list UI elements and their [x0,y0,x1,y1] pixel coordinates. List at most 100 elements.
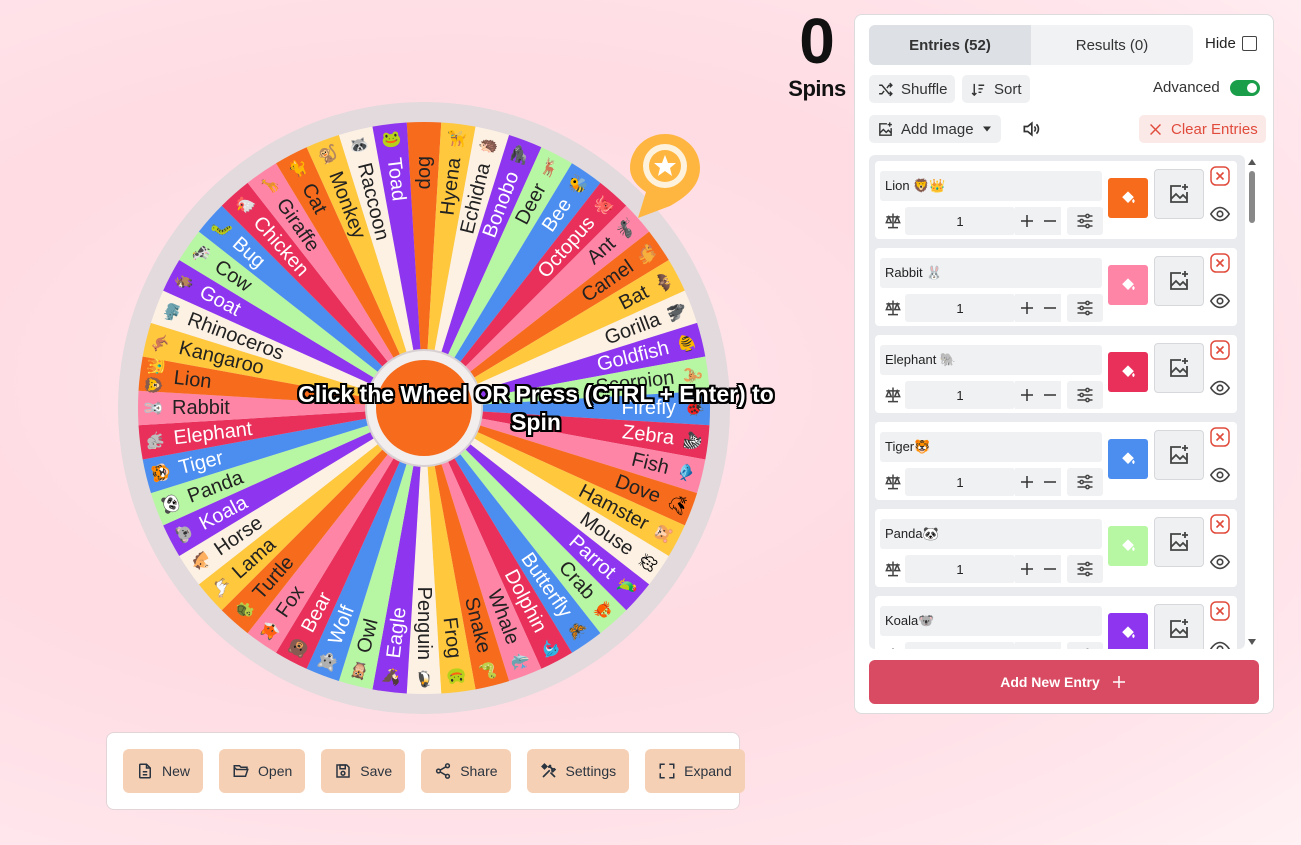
bottom-toolbar: New Open Save Share Settings Expand [106,732,745,810]
advanced-toggle[interactable]: Advanced [1153,79,1260,96]
entry-weight-input[interactable]: 1 [905,294,1015,322]
add-image-icon [1170,184,1188,203]
expand-button[interactable]: Expand [645,749,745,793]
entry-weight-input[interactable]: 1 [905,642,1015,649]
entry-settings-button[interactable] [1067,207,1103,235]
balance-scale-icon [883,211,903,231]
minus-icon[interactable] [1041,212,1059,230]
entry-image-button[interactable] [1154,517,1204,567]
paint-bucket-icon [1122,452,1135,464]
remove-entry-icon[interactable] [1210,514,1230,534]
wheel-pointer-icon [630,134,700,218]
eye-icon[interactable] [1209,203,1231,225]
entry-settings-button[interactable] [1067,294,1103,322]
remove-entry-icon[interactable] [1210,253,1230,273]
entry-name-input[interactable]: Lion 🦁👑 [880,171,1102,201]
entry-image-button[interactable] [1154,604,1204,649]
sort-icon [971,83,985,96]
entry-color-button[interactable] [1108,178,1148,218]
clear-entries-button[interactable]: Clear Entries [1139,115,1266,143]
entry-image-button[interactable] [1154,343,1204,393]
entry-settings-button[interactable] [1067,555,1103,583]
tab-entries[interactable]: Entries (52) [869,25,1031,65]
entry-name-input[interactable]: Koala🐨 [880,606,1102,636]
entries-list[interactable]: Lion 🦁👑 1 Rabbit 🐰 1 Elephant 🐘 1 Tiger🐯… [869,155,1245,649]
sliders-icon [1077,300,1093,316]
minus-icon[interactable] [1041,647,1059,649]
plus-icon[interactable] [1018,299,1036,317]
minus-icon[interactable] [1041,560,1059,578]
open-button[interactable]: Open [219,749,306,793]
entry-settings-button[interactable] [1067,381,1103,409]
wheel-label-emoji: 🐞 [686,398,705,418]
minus-icon[interactable] [1041,386,1059,404]
hide-label: Hide [1205,35,1236,52]
remove-entry-icon[interactable] [1210,427,1230,447]
settings-button[interactable]: Settings [526,749,630,793]
advanced-switch[interactable] [1229,79,1260,96]
entry-image-button[interactable] [1154,256,1204,306]
hide-checkbox[interactable] [1241,36,1257,51]
balance-scale-icon [883,646,903,649]
entry-name-input[interactable]: Tiger🐯 [880,432,1102,462]
share-button[interactable]: Share [421,749,511,793]
eye-icon[interactable] [1209,377,1231,399]
sort-button[interactable]: Sort [962,75,1030,103]
entry-weight-input[interactable]: 1 [905,468,1015,496]
entry-name-input[interactable]: Panda🐼 [880,519,1102,549]
entry-color-button[interactable] [1108,352,1148,392]
plus-icon[interactable] [1018,560,1036,578]
remove-entry-icon[interactable] [1210,601,1230,621]
spins-counter: 0 Spins [780,6,854,102]
wheel-hub-center[interactable] [376,360,472,456]
entry-settings-button[interactable] [1067,642,1103,649]
paint-bucket-icon [1122,539,1135,551]
eye-icon[interactable] [1209,464,1231,486]
entry-color-button[interactable] [1108,526,1148,566]
new-button[interactable]: New [123,749,204,793]
minus-icon[interactable] [1041,299,1059,317]
plus-icon[interactable] [1018,386,1036,404]
plus-icon[interactable] [1018,647,1036,649]
plus-icon[interactable] [1018,473,1036,491]
add-new-entry-button[interactable]: Add New Entry [869,660,1259,704]
folder-open-icon [233,765,249,777]
wheel-label-emoji: 🐘 [145,430,165,452]
entry-weight-input[interactable]: 1 [905,381,1015,409]
minus-icon[interactable] [1041,473,1059,491]
save-button[interactable]: Save [321,749,406,793]
remove-entry-icon[interactable] [1210,166,1230,186]
entry-settings-button[interactable] [1067,468,1103,496]
sliders-icon [1077,213,1093,229]
hide-toggle[interactable]: Hide [1205,35,1257,52]
eye-icon[interactable] [1209,638,1231,649]
add-image-icon [1170,445,1188,464]
add-image-button[interactable]: Add Image [869,115,1001,143]
shuffle-button[interactable]: Shuffle [869,75,956,103]
entry-name-input[interactable]: Elephant 🐘 [880,345,1102,375]
entries-scrollbar[interactable] [1247,157,1257,647]
eye-icon[interactable] [1209,290,1231,312]
wheel-label-emoji: 🦂 [682,364,703,386]
add-image-icon [1170,271,1188,290]
remove-entry-icon[interactable] [1210,340,1230,360]
paint-bucket-icon [1122,278,1135,290]
entry-name-input[interactable]: Rabbit 🐰 [880,258,1102,288]
entry-color-button[interactable] [1108,265,1148,305]
plus-icon[interactable] [1018,212,1036,230]
paint-bucket-icon [1122,626,1135,638]
entry-color-button[interactable] [1108,439,1148,479]
entry-image-button[interactable] [1154,169,1204,219]
entry-weight-input[interactable]: 1 [905,207,1015,235]
clear-entries-label: Clear Entries [1171,120,1258,138]
entry-weight-input[interactable]: 1 [905,555,1015,583]
eye-icon[interactable] [1209,551,1231,573]
sliders-icon [1077,561,1093,577]
add-new-entry-label: Add New Entry [1000,674,1100,690]
entry-color-button[interactable] [1108,613,1148,649]
weight-stepper [1015,381,1061,409]
balance-scale-icon [883,472,903,492]
volume-icon[interactable] [1021,119,1041,139]
tab-results[interactable]: Results (0) [1031,25,1193,65]
entry-image-button[interactable] [1154,430,1204,480]
